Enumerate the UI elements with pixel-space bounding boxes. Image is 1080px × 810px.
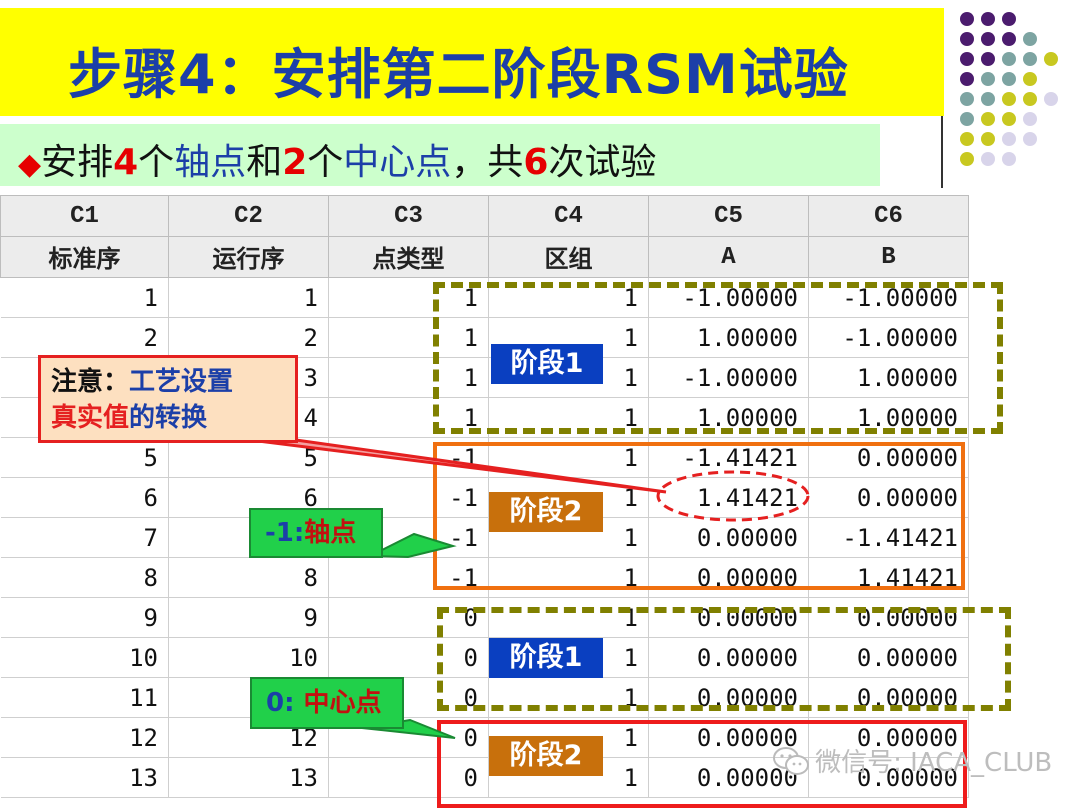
watermark: 微信号: IACA_CLUB xyxy=(772,742,1052,782)
axial-point-callout: -1:轴点 xyxy=(249,508,383,558)
note-callout-pointer xyxy=(249,438,667,494)
note-line-1: 注意：工艺设置 xyxy=(51,367,234,397)
highlight-ellipse xyxy=(656,470,810,522)
note-callout: 注意：工艺设置 真实值的转换 xyxy=(38,355,298,443)
wechat-icon xyxy=(773,746,809,775)
center-point-callout: 0: 中心点 xyxy=(250,677,404,729)
watermark-text: 微信号: IACA_CLUB xyxy=(815,748,1053,778)
note-line-2: 真实值的转换 xyxy=(51,403,208,433)
